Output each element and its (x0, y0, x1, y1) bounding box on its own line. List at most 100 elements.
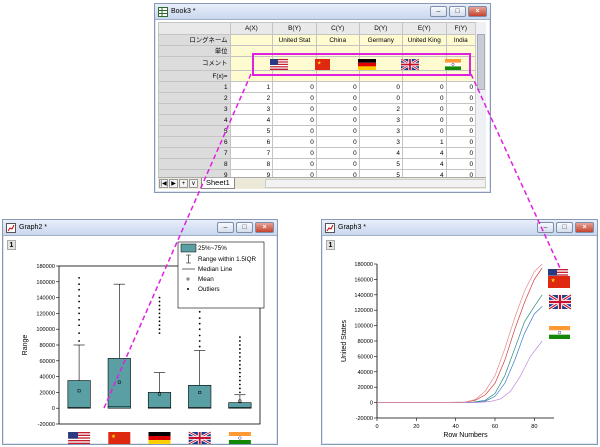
cell[interactable]: 0 (272, 158, 317, 170)
cell[interactable]: United Stat (272, 34, 317, 46)
cell[interactable]: 0 (445, 114, 476, 126)
cell[interactable]: 0 (315, 92, 360, 104)
cell[interactable]: 0 (445, 158, 476, 170)
row-number[interactable]: 6 (158, 136, 231, 148)
column-header[interactable]: F(Y) (445, 22, 476, 35)
cell[interactable]: 0 (315, 103, 360, 115)
cell[interactable]: 0 (445, 92, 476, 104)
maximize-button[interactable]: □ (449, 6, 466, 17)
row-number[interactable]: 8 (158, 158, 231, 170)
maximize-button[interactable]: □ (236, 222, 253, 233)
cell[interactable]: 8 (229, 158, 274, 170)
close-button[interactable]: × (468, 6, 487, 17)
row-label-units[interactable]: 単位 (158, 45, 231, 57)
cell[interactable]: 0 (358, 81, 403, 93)
cell[interactable]: United King (401, 34, 447, 46)
row-number[interactable]: 3 (158, 103, 231, 115)
cell[interactable]: 0 (272, 103, 317, 115)
column-header[interactable]: C(Y) (315, 22, 360, 35)
book3-window[interactable]: Book3 * – □ × A(X) B(Y) C(Y) D(Y) E(Y) F… (154, 3, 491, 193)
row-number[interactable]: 4 (158, 114, 231, 126)
cell[interactable]: 1 (401, 136, 447, 148)
cell[interactable]: 3 (229, 103, 274, 115)
cell[interactable]: 2 (358, 103, 403, 115)
cell[interactable]: 0 (315, 136, 360, 148)
cell[interactable]: 0 (445, 81, 476, 93)
cell[interactable]: 4 (401, 147, 447, 159)
graph2-titlebar[interactable]: Graph2 * – □ × (3, 220, 277, 236)
cell[interactable]: 1 (229, 81, 274, 93)
minimize-button[interactable]: – (537, 222, 554, 233)
scroll-thumb[interactable] (477, 34, 485, 90)
cell[interactable]: 0 (315, 81, 360, 93)
cell[interactable]: 5 (229, 125, 274, 137)
row-label-comment[interactable]: コメント (158, 56, 231, 71)
maximize-button[interactable]: □ (556, 222, 573, 233)
cell[interactable]: 0 (401, 103, 447, 115)
cell[interactable]: 0 (315, 158, 360, 170)
cell[interactable]: 0 (445, 136, 476, 148)
corner-cell[interactable] (158, 22, 231, 35)
minimize-button[interactable]: – (430, 6, 447, 17)
table-row[interactable]: 7700440 (158, 147, 476, 159)
column-header[interactable]: A(X) (229, 22, 274, 35)
sheet-tab[interactable]: Sheet1 (201, 178, 235, 189)
row-label-longname[interactable]: ロングネーム (158, 34, 231, 46)
cell[interactable]: 0 (401, 125, 447, 137)
graph2-window[interactable]: Graph2 * – □ × 1 -20000 0 20000 40000 60000 8… (2, 219, 278, 445)
cell[interactable]: 0 (272, 114, 317, 126)
cell[interactable]: 7 (229, 147, 274, 159)
cell[interactable]: 0 (401, 114, 447, 126)
cell[interactable]: 4 (358, 147, 403, 159)
cell[interactable]: 3 (358, 125, 403, 137)
box-chart[interactable]: -20000 0 20000 40000 60000 80000 100000 120000 1… (3, 238, 277, 444)
cell[interactable]: 0 (445, 103, 476, 115)
column-header[interactable]: D(Y) (358, 22, 403, 35)
cell[interactable]: 0 (272, 147, 317, 159)
cell[interactable]: 0 (401, 81, 447, 93)
worksheet-grid[interactable]: A(X) B(Y) C(Y) D(Y) E(Y) F(Y) ロングネーム Uni… (158, 22, 476, 179)
cell[interactable]: 0 (272, 136, 317, 148)
cell[interactable]: 0 (401, 92, 447, 104)
cell[interactable]: 0 (445, 147, 476, 159)
row-number[interactable]: 1 (158, 81, 231, 93)
graph3-window[interactable]: Graph3 * – □ × 1 -20000 0 20000 40000 60000 8… (321, 219, 598, 445)
cell[interactable]: 4 (229, 114, 274, 126)
add-sheet-button[interactable]: + (179, 179, 188, 188)
sheet-menu-button[interactable]: ∨ (189, 179, 198, 188)
cell[interactable]: 4 (401, 158, 447, 170)
row-number[interactable]: 2 (158, 92, 231, 104)
cell[interactable]: 0 (358, 92, 403, 104)
row-number[interactable]: 5 (158, 125, 231, 137)
horizontal-scrollbar[interactable] (264, 179, 486, 188)
cell[interactable]: 0 (315, 147, 360, 159)
cell[interactable]: 0 (272, 92, 317, 104)
table-row[interactable]: 6600310 (158, 136, 476, 148)
cell[interactable] (229, 34, 274, 46)
line-chart[interactable]: -200000200004000060000800001000001200001… (322, 238, 597, 444)
cell[interactable]: 5 (358, 158, 403, 170)
row-label-fx[interactable]: F(x)= (158, 70, 231, 82)
cell[interactable]: 3 (358, 136, 403, 148)
cell[interactable]: 3 (358, 114, 403, 126)
cell[interactable]: 0 (445, 125, 476, 137)
cell[interactable]: 2 (229, 92, 274, 104)
close-button[interactable]: × (575, 222, 594, 233)
close-button[interactable]: × (255, 222, 274, 233)
cell[interactable]: 0 (315, 114, 360, 126)
cell[interactable]: 0 (315, 125, 360, 137)
cell[interactable]: Germany (358, 34, 403, 46)
table-row[interactable]: 8800540 (158, 158, 476, 170)
cell[interactable]: China (315, 34, 360, 46)
cell[interactable]: 6 (229, 136, 274, 148)
vertical-scrollbar[interactable] (475, 22, 486, 178)
column-header[interactable]: E(Y) (401, 22, 447, 35)
minimize-button[interactable]: – (217, 222, 234, 233)
table-row[interactable]: 1100000 (158, 81, 476, 93)
table-row[interactable]: 5500300 (158, 125, 476, 137)
cell[interactable]: 0 (272, 81, 317, 93)
cell[interactable]: 0 (272, 125, 317, 137)
next-sheet-button[interactable]: ▶ (169, 179, 178, 188)
table-row[interactable]: 4400300 (158, 114, 476, 126)
table-row[interactable]: 2200000 (158, 92, 476, 104)
